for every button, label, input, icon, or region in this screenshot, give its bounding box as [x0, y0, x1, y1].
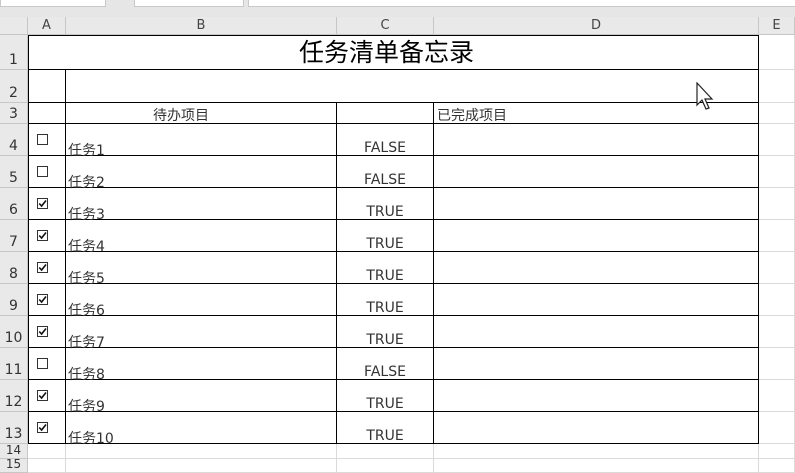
row-header-7[interactable]: 7: [0, 220, 28, 252]
border-row: [28, 123, 759, 124]
row-header-11[interactable]: 11: [0, 348, 28, 380]
header-pending: 待办项目: [153, 108, 209, 124]
formula-input[interactable]: [248, 0, 795, 7]
task-label: 任务8: [68, 367, 105, 383]
sheet-title: 任务清单备忘录: [299, 38, 475, 67]
task-value: TRUE: [366, 300, 404, 316]
task-value: TRUE: [366, 332, 404, 348]
border-row: [28, 69, 759, 70]
column-header-c[interactable]: C: [337, 17, 434, 35]
mouse-cursor-icon: [696, 82, 714, 110]
row-header-9[interactable]: 9: [0, 284, 28, 316]
row-header-12[interactable]: 12: [0, 380, 28, 412]
row-header-13[interactable]: 13: [0, 412, 28, 444]
row-header-4[interactable]: 4: [0, 124, 28, 156]
border-col-a: [65, 70, 66, 443]
border-left: [28, 35, 29, 443]
row-header-10[interactable]: 10: [0, 316, 28, 348]
toolbar-box[interactable]: [134, 0, 244, 7]
row-header-3[interactable]: 3: [0, 103, 28, 124]
row-header-5[interactable]: 5: [0, 156, 28, 188]
border-top: [28, 35, 759, 36]
column-header-e[interactable]: E: [759, 17, 795, 35]
task-checkbox[interactable]: [37, 422, 48, 433]
row-header-6[interactable]: 6: [0, 188, 28, 220]
header-done: 已完成项目: [437, 108, 507, 124]
task-value: FALSE: [364, 364, 406, 380]
task-value: TRUE: [366, 396, 404, 412]
row-header-1[interactable]: 1: [0, 35, 28, 70]
formula-bar-area: [0, 0, 795, 17]
task-label: 任务9: [68, 399, 105, 415]
task-value: TRUE: [366, 268, 404, 284]
task-checkbox[interactable]: [37, 134, 48, 145]
task-label: 任务3: [68, 207, 105, 223]
column-header-b[interactable]: B: [66, 17, 337, 35]
row-header-15[interactable]: 15: [0, 457, 28, 473]
task-label: 任务1: [68, 143, 105, 159]
column-header-d[interactable]: D: [434, 17, 759, 35]
border-right: [758, 35, 759, 443]
row-header-2[interactable]: 2: [0, 70, 28, 103]
task-label: 任务6: [68, 303, 105, 319]
task-value: TRUE: [366, 428, 404, 444]
select-all-corner[interactable]: [0, 17, 28, 35]
task-label: 任务7: [68, 335, 105, 351]
task-label: 任务4: [68, 239, 105, 255]
task-checkbox[interactable]: [37, 390, 48, 401]
task-label: 任务2: [68, 175, 105, 191]
task-checkbox[interactable]: [37, 230, 48, 241]
task-checkbox[interactable]: [37, 198, 48, 209]
task-label: 任务5: [68, 271, 105, 287]
task-checkbox[interactable]: [37, 358, 48, 369]
gridline-h: [28, 458, 795, 459]
task-value: TRUE: [366, 204, 404, 220]
border-col-c: [433, 103, 434, 443]
task-value: TRUE: [366, 236, 404, 252]
task-label: 任务10: [68, 431, 114, 447]
name-box[interactable]: [0, 0, 106, 7]
task-value: FALSE: [364, 140, 406, 156]
task-checkbox[interactable]: [37, 326, 48, 337]
row-header-8[interactable]: 8: [0, 252, 28, 284]
task-checkbox[interactable]: [37, 262, 48, 273]
column-header-a[interactable]: A: [28, 17, 66, 35]
task-checkbox[interactable]: [37, 294, 48, 305]
merged-row2-area: [66, 70, 758, 102]
task-checkbox[interactable]: [37, 166, 48, 177]
border-row: [28, 102, 759, 103]
task-value: FALSE: [364, 172, 406, 188]
